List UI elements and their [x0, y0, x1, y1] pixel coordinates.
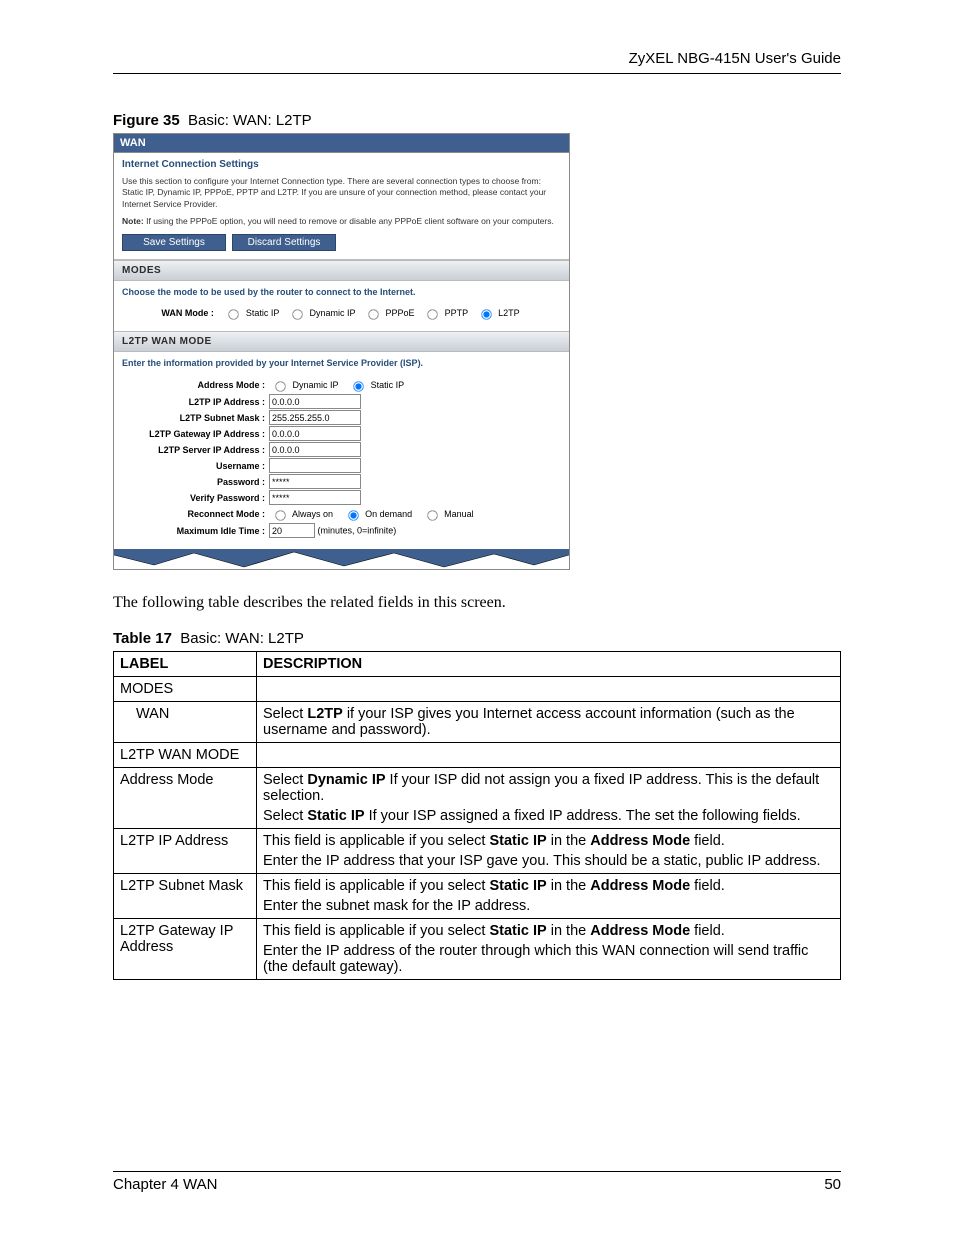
table-row: L2TP IP AddressThis field is applicable … [114, 829, 841, 874]
cell-description: This field is applicable if you select S… [257, 919, 841, 980]
cell-description: Select L2TP if your ISP gives you Intern… [257, 702, 841, 743]
table-row: WANSelect L2TP if your ISP gives you Int… [114, 702, 841, 743]
radio-rc-manual[interactable] [427, 511, 437, 521]
discard-button[interactable]: Discard Settings [232, 234, 336, 251]
cell-description [257, 677, 841, 702]
idle-label: Maximum Idle Time : [122, 526, 269, 536]
radio-rc-always[interactable] [275, 511, 285, 521]
figure-caption: Figure 35 Basic: WAN: L2TP [113, 112, 841, 129]
figure-title: Basic: WAN: L2TP [188, 112, 312, 129]
cell-description [257, 743, 841, 768]
cell-label: L2TP Subnet Mask [114, 874, 257, 919]
l2tp-form: Address Mode : Dynamic IP Static IP L2TP… [114, 372, 569, 549]
reconnect-label: Reconnect Mode : [122, 509, 269, 519]
username-label: Username : [122, 461, 269, 471]
desc-table: LABEL DESCRIPTION MODESWANSelect L2TP if… [113, 651, 841, 980]
l2tp-mask-input[interactable] [269, 410, 361, 425]
verify-password-label: Verify Password : [122, 493, 269, 503]
tear-edge [114, 549, 569, 569]
password-label: Password : [122, 477, 269, 487]
page-footer: Chapter 4 WAN 50 [113, 1171, 841, 1193]
cell-label: WAN [114, 702, 257, 743]
wan-title: WAN [114, 134, 569, 153]
l2tp-header: L2TP WAN MODE [114, 331, 569, 352]
table-row: L2TP WAN MODE [114, 743, 841, 768]
l2tp-mask-label: L2TP Subnet Mask : [122, 413, 269, 423]
figure-number: Figure 35 [113, 112, 180, 129]
l2tp-desc: Enter the information provided by your I… [114, 352, 569, 372]
body-paragraph: The following table describes the relate… [113, 594, 841, 612]
table-caption: Table 17 Basic: WAN: L2TP [113, 630, 841, 647]
password-input[interactable] [269, 474, 361, 489]
doc-header: ZyXEL NBG-415N User's Guide [113, 50, 841, 67]
modes-header: MODES [114, 260, 569, 281]
radio-l2tp[interactable] [481, 310, 491, 320]
l2tp-gw-input[interactable] [269, 426, 361, 441]
table-title: Basic: WAN: L2TP [180, 630, 304, 647]
cell-description: This field is applicable if you select S… [257, 874, 841, 919]
address-mode-label: Address Mode : [122, 380, 269, 390]
cell-label: MODES [114, 677, 257, 702]
username-input[interactable] [269, 458, 361, 473]
radio-rc-demand[interactable] [348, 511, 358, 521]
radio-static-ip[interactable] [229, 310, 239, 320]
idle-input[interactable] [269, 523, 315, 538]
save-button[interactable]: Save Settings [122, 234, 226, 251]
cell-label: Address Mode [114, 768, 257, 829]
th-description: DESCRIPTION [257, 652, 841, 677]
table-row: L2TP Subnet MaskThis field is applicable… [114, 874, 841, 919]
radio-pptp[interactable] [427, 310, 437, 320]
header-rule [113, 73, 841, 74]
cell-label: L2TP WAN MODE [114, 743, 257, 768]
router-wan-screenshot: WAN Internet Connection Settings Use thi… [113, 133, 570, 570]
settings-heading: Internet Connection Settings [122, 159, 561, 170]
l2tp-ip-input[interactable] [269, 394, 361, 409]
radio-pppoe[interactable] [368, 310, 378, 320]
cell-description: This field is applicable if you select S… [257, 829, 841, 874]
verify-password-input[interactable] [269, 490, 361, 505]
cell-label: L2TP IP Address [114, 829, 257, 874]
footer-chapter: Chapter 4 WAN [113, 1176, 217, 1193]
l2tp-server-label: L2TP Server IP Address : [122, 445, 269, 455]
radio-dynamic-ip[interactable] [292, 310, 302, 320]
table-row: L2TP Gateway IP AddressThis field is app… [114, 919, 841, 980]
settings-desc: Use this section to configure your Inter… [122, 176, 561, 210]
table-row: MODES [114, 677, 841, 702]
cell-description: Select Dynamic IP If your ISP did not as… [257, 768, 841, 829]
l2tp-server-input[interactable] [269, 442, 361, 457]
l2tp-ip-label: L2TP IP Address : [122, 397, 269, 407]
cell-label: L2TP Gateway IP Address [114, 919, 257, 980]
wan-mode-label: WAN Mode : [161, 308, 214, 318]
idle-suffix: (minutes, 0=infinite) [318, 526, 397, 536]
radio-addr-static[interactable] [353, 382, 363, 392]
settings-note: Note: If using the PPPoE option, you wil… [122, 216, 561, 226]
table-row: Address ModeSelect Dynamic IP If your IS… [114, 768, 841, 829]
l2tp-gw-label: L2TP Gateway IP Address : [122, 429, 269, 439]
th-label: LABEL [114, 652, 257, 677]
radio-addr-dynamic[interactable] [275, 382, 285, 392]
modes-desc: Choose the mode to be used by the router… [114, 281, 569, 301]
table-number: Table 17 [113, 630, 172, 647]
footer-page: 50 [824, 1176, 841, 1193]
wan-mode-row: WAN Mode : Static IP Dynamic IP PPPoE PP… [114, 301, 569, 331]
